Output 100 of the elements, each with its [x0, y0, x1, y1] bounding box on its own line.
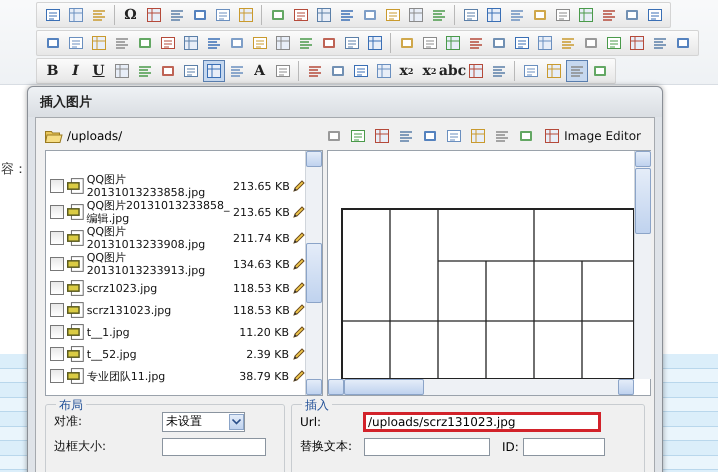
document-icon	[446, 128, 462, 144]
frame-icon	[592, 63, 608, 79]
image-file-icon	[67, 256, 84, 272]
file-name[interactable]: QQ图片20131013233913.jpg	[86, 251, 230, 277]
table-icon	[366, 35, 382, 51]
checkbox[interactable]	[50, 369, 64, 383]
checkbox[interactable]	[50, 257, 64, 271]
toolbar-button[interactable]	[566, 60, 588, 82]
pencil-icon[interactable]	[292, 370, 305, 382]
file-size: 211.74 KB	[233, 232, 289, 244]
checkbox[interactable]	[50, 205, 64, 219]
document-icon	[344, 35, 360, 51]
pencil-icon[interactable]	[292, 326, 305, 338]
frame-icon	[270, 7, 286, 23]
image-editor-button[interactable]: Image Editor	[540, 128, 645, 144]
image-file-icon	[67, 230, 84, 246]
checkbox[interactable]	[50, 325, 64, 339]
input-field[interactable]	[364, 438, 490, 456]
format-button[interactable]: Ω	[120, 4, 142, 26]
file-name[interactable]: scrz131023.jpg	[86, 304, 230, 316]
document-icon	[350, 128, 366, 144]
frame-icon	[136, 35, 152, 51]
image-file-icon	[67, 204, 84, 220]
format-button[interactable]: abc	[442, 60, 464, 82]
url-field[interactable]: /uploads/scrz131023.jpg	[364, 412, 600, 430]
file-name[interactable]: t__1.jpg	[86, 326, 231, 338]
file-name[interactable]: QQ图片20131013233908.jpg	[86, 225, 230, 251]
pencil-icon[interactable]	[292, 258, 305, 270]
file-size: 213.65 KB	[233, 206, 289, 218]
file-size: 213.65 KB	[233, 180, 289, 192]
format-button[interactable]: U	[88, 60, 110, 82]
file-size: 118.53 KB	[233, 282, 289, 294]
checkbox[interactable]	[50, 347, 64, 361]
table-icon	[486, 7, 502, 23]
table-icon	[578, 7, 594, 23]
checkbox[interactable]	[50, 179, 64, 193]
document-icon	[462, 7, 478, 23]
dialog-title: 插入图片	[28, 87, 662, 117]
file-size: 118.53 KB	[233, 304, 289, 316]
document-icon	[646, 7, 662, 23]
format-button[interactable]: B	[42, 60, 64, 82]
dropdown[interactable]: 未设置	[162, 412, 245, 432]
document-icon	[44, 7, 60, 23]
field-label: Url:	[300, 414, 322, 428]
input-field[interactable]	[162, 438, 266, 456]
pencil-icon[interactable]	[292, 304, 305, 316]
document-icon	[352, 63, 368, 79]
checkbox[interactable]	[50, 281, 64, 295]
image-file-icon	[67, 280, 84, 296]
file-name[interactable]: t__52.jpg	[86, 348, 231, 360]
file-name[interactable]: scrz1023.jpg	[86, 282, 230, 294]
field-label: ID:	[502, 440, 519, 454]
file-size: 38.79 KB	[238, 370, 289, 382]
table-icon	[374, 128, 390, 144]
checkbox[interactable]	[50, 231, 64, 245]
format-button[interactable]: A	[248, 60, 270, 82]
frame-icon	[320, 35, 336, 51]
format-button[interactable]: x$^{2}$	[396, 60, 418, 82]
table-icon	[628, 35, 644, 51]
image-file-icon	[67, 346, 84, 362]
image-file-icon	[67, 324, 84, 340]
toolbar-button[interactable]	[202, 60, 224, 82]
table-icon	[408, 7, 424, 23]
pencil-icon[interactable]	[292, 282, 305, 294]
frame-icon	[532, 7, 548, 23]
frame-icon	[330, 63, 346, 79]
table-icon	[274, 35, 290, 51]
horizontal-scrollbar[interactable]	[328, 379, 634, 395]
table-icon	[536, 35, 552, 51]
file-name[interactable]: 专业团队11.jpg	[86, 370, 231, 382]
pencil-icon[interactable]	[292, 348, 305, 360]
file-size: 134.63 KB	[233, 258, 289, 270]
image-file-icon	[67, 368, 84, 384]
frame-icon	[490, 35, 506, 51]
file-name[interactable]: QQ图片20131013233858_编辑.jpg	[86, 199, 230, 225]
pencil-icon[interactable]	[292, 232, 305, 244]
table-icon	[468, 63, 484, 79]
table-icon	[444, 35, 460, 51]
document-icon	[252, 35, 268, 51]
frame-icon	[398, 35, 414, 51]
table-icon	[146, 7, 162, 23]
format-button[interactable]: I	[64, 60, 86, 82]
document-icon	[274, 63, 290, 79]
pencil-icon[interactable]	[292, 180, 305, 192]
checkbox[interactable]	[50, 303, 64, 317]
file-name[interactable]: QQ图片20131013233858.jpg	[86, 173, 230, 199]
file-size: 11.20 KB	[238, 326, 289, 338]
document-icon	[68, 35, 84, 51]
vertical-scrollbar[interactable]	[634, 151, 651, 379]
table-icon	[470, 128, 486, 144]
table-icon	[182, 35, 198, 51]
pencil-icon[interactable]	[292, 206, 305, 218]
image-file-icon	[67, 178, 84, 194]
frame-icon	[582, 35, 598, 51]
frame-icon	[44, 35, 60, 51]
input-field[interactable]	[522, 438, 605, 456]
vertical-scrollbar[interactable]	[305, 151, 322, 395]
table-icon	[316, 7, 332, 23]
frame-icon	[160, 63, 176, 79]
document-icon	[292, 7, 308, 23]
